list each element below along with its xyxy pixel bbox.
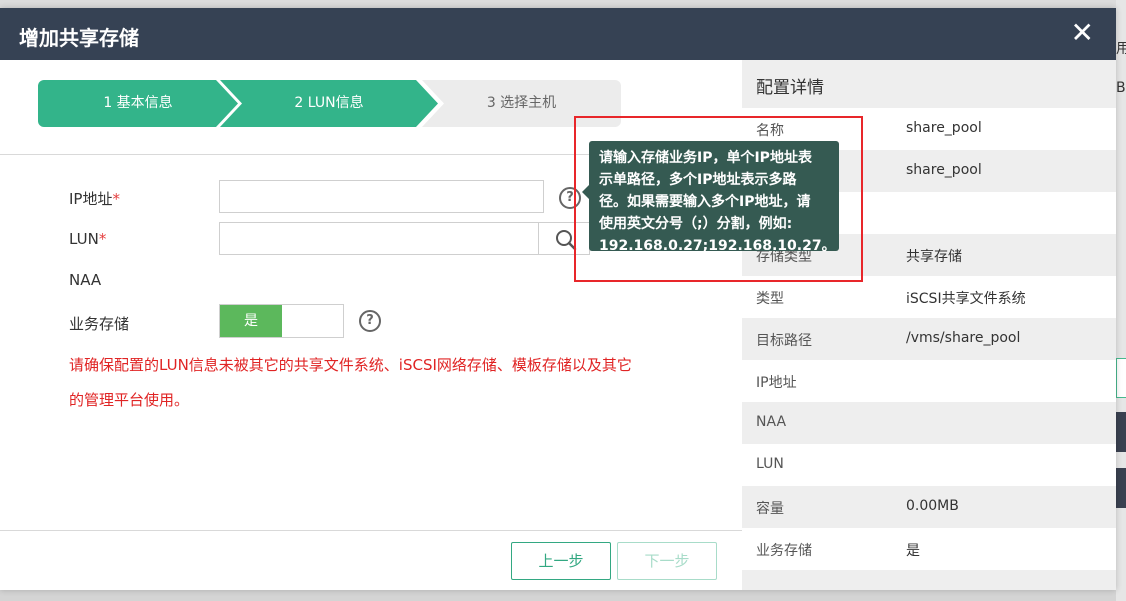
detail-row: 容量 0.00MB <box>742 486 1116 528</box>
detail-row: 类型 iSCSI共享文件系统 <box>742 276 1116 318</box>
naa-label: NAA <box>69 271 102 289</box>
background-text: B <box>1116 80 1126 96</box>
background-text: 用 <box>1116 41 1126 57</box>
detail-value: share_pool <box>906 162 982 178</box>
detail-key: 类型 <box>756 291 784 307</box>
detail-value: 是 <box>906 543 920 559</box>
config-details-title: 配置详情 <box>756 78 824 98</box>
detail-key: 业务存储 <box>756 543 812 559</box>
detail-row: IP地址 <box>742 360 1116 402</box>
lun-input[interactable] <box>219 222 539 255</box>
detail-value: 0.00MB <box>906 498 959 514</box>
next-button[interactable]: 下一步 <box>617 542 717 580</box>
background-block <box>1116 358 1126 398</box>
detail-value: share_pool <box>906 120 982 136</box>
detail-row: 目标路径/vms/share_pool <box>742 318 1116 360</box>
lun-label: LUN* <box>69 230 106 248</box>
ip-address-input[interactable] <box>219 180 544 213</box>
add-shared-storage-dialog: 增加共享存储 ✕ 1 基本信息 2 LUN信息 3 选择主机 IP地址* ? L… <box>0 8 1116 590</box>
required-mark: * <box>112 190 120 208</box>
business-storage-toggle[interactable]: 是 <box>219 304 344 338</box>
detail-key: LUN <box>756 456 784 472</box>
ip-label-text: IP地址 <box>69 190 113 208</box>
detail-key: NAA <box>756 414 787 430</box>
highlight-box <box>574 116 863 282</box>
detail-value: 共享存储 <box>906 249 962 265</box>
dialog-header: 增加共享存储 ✕ <box>0 8 1116 60</box>
step-basic-info[interactable]: 1 基本信息 <box>38 80 238 127</box>
background-window-edge: 用 B <box>1116 0 1126 601</box>
warning-text-line2: 的管理平台使用。 <box>69 391 190 409</box>
detail-row: LUN <box>742 444 1116 486</box>
background-block <box>1116 412 1126 452</box>
close-icon[interactable]: ✕ <box>1071 18 1094 48</box>
detail-key: 目标路径 <box>756 333 812 349</box>
business-storage-help-icon[interactable]: ? <box>359 310 381 332</box>
detail-value: iSCSI共享文件系统 <box>906 291 1026 307</box>
dialog-title: 增加共享存储 <box>19 26 139 50</box>
ip-label: IP地址* <box>69 188 120 209</box>
step-lun-info[interactable]: 2 LUN信息 <box>220 80 438 127</box>
business-storage-label: 业务存储 <box>69 315 130 333</box>
detail-row: 业务存储 是 <box>742 528 1116 570</box>
lun-label-text: LUN <box>69 230 99 248</box>
detail-key: IP地址 <box>756 375 797 391</box>
warning-text-line1: 请确保配置的LUN信息未被其它的共享文件系统、iSCSI网络存储、模板存储以及其… <box>69 356 632 374</box>
required-mark: * <box>98 230 107 248</box>
detail-key: 容量 <box>756 501 784 517</box>
background-bottom <box>0 590 1116 601</box>
footer-divider <box>0 530 742 531</box>
detail-value: /vms/share_pool <box>906 330 1021 346</box>
previous-button[interactable]: 上一步 <box>511 542 611 580</box>
wizard-steps: 1 基本信息 2 LUN信息 3 选择主机 <box>38 80 621 127</box>
toggle-on-label: 是 <box>220 305 282 337</box>
detail-row: NAA <box>742 402 1116 444</box>
background-block <box>1116 468 1126 508</box>
